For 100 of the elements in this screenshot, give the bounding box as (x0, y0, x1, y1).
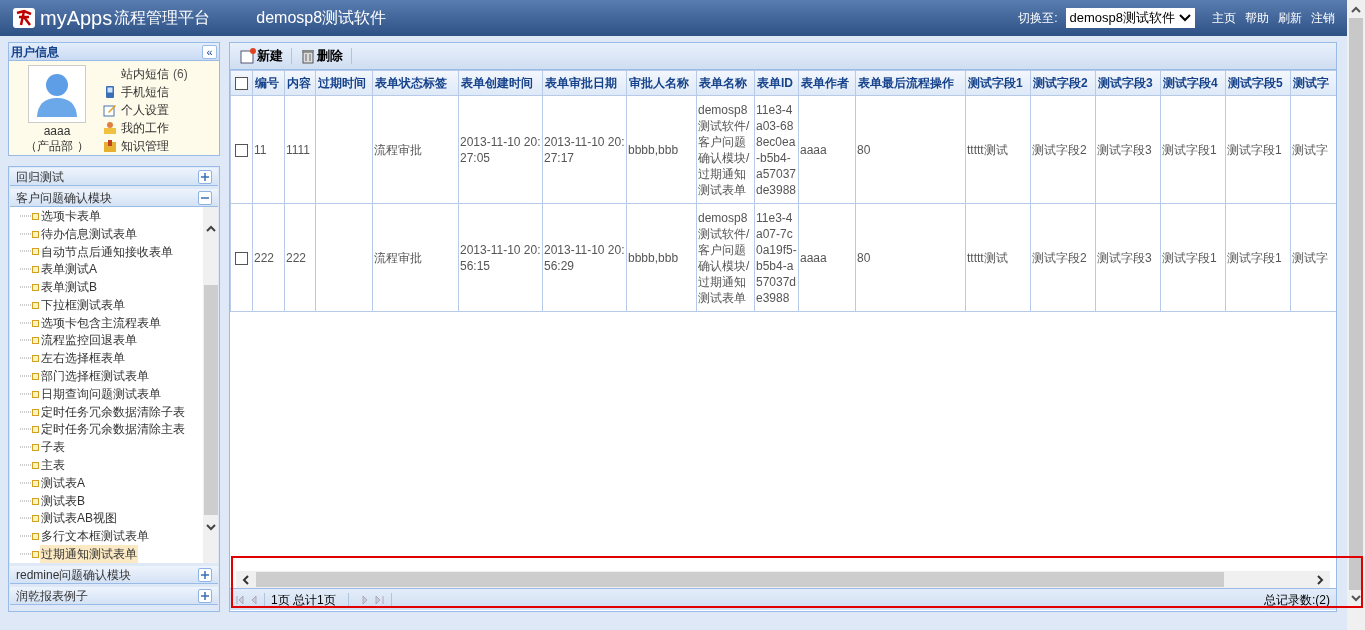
accordion-header[interactable]: 润乾报表例子 (10, 587, 218, 605)
menu-link[interactable]: 手机短信 (121, 83, 169, 101)
node-icon (32, 319, 39, 327)
tree-item[interactable]: 过期通知测试表单 (40, 545, 138, 564)
tree-item[interactable]: 自动节点后通知接收表单 (40, 242, 174, 261)
expand-icon[interactable] (198, 588, 212, 603)
node-icon (32, 248, 39, 256)
tree-item[interactable]: 流程监控回退表单 (40, 331, 138, 350)
user-name: aaaa (43, 124, 71, 139)
tree-item[interactable]: 部门选择框测试表单 (40, 367, 150, 386)
toolbar-button[interactable]: 删除 (300, 46, 343, 66)
last-page-icon[interactable] (374, 594, 385, 605)
tree-item[interactable]: 定时任务冗余数据清除主表 (40, 420, 186, 439)
column-header[interactable]: 表单状态标签 (372, 70, 459, 96)
record-count: 总记录数:(2) (1264, 591, 1330, 609)
table-cell: aaaa (800, 250, 827, 265)
column-header[interactable]: 审批人名称 (626, 70, 697, 96)
column-header[interactable]: 表单最后流程操作 (855, 70, 966, 96)
node-icon (32, 212, 39, 220)
table-cell: demosp8测试软件/客户问题确认模块/过期通知测试表单 (698, 210, 750, 305)
scroll-down-icon[interactable] (1351, 594, 1361, 602)
first-page-icon[interactable] (236, 594, 244, 605)
tree-item[interactable]: 表单测试B (40, 278, 98, 297)
scroll-up-icon[interactable] (205, 225, 216, 233)
column-header[interactable]: 测试字段1 (965, 70, 1031, 96)
table-cell: 80 (857, 250, 871, 265)
column-header[interactable]: 表单ID (754, 70, 799, 96)
collapse-button[interactable]: « (202, 44, 217, 59)
checkbox[interactable] (235, 143, 248, 157)
table-cell: 流程审批 (374, 142, 422, 157)
app-title: demosp8测试软件 (256, 8, 387, 28)
expand-icon[interactable] (198, 567, 212, 582)
header-link[interactable]: 帮助 (1245, 9, 1269, 27)
menu-link[interactable]: 我的工作 (121, 119, 169, 137)
toolbar-button[interactable]: 新建 (240, 46, 283, 66)
tree-item[interactable]: 测试表A (40, 473, 86, 492)
tree-item[interactable]: 测试表AB视图 (40, 509, 118, 528)
checkbox[interactable] (235, 77, 248, 91)
node-icon (32, 533, 39, 541)
table-cell: 1111 (286, 142, 311, 157)
column-header[interactable]: 表单名称 (696, 70, 755, 96)
scroll-up-icon[interactable] (1351, 6, 1361, 14)
previous-page-icon[interactable] (250, 594, 258, 605)
tree-item[interactable]: 表单测试A (40, 260, 98, 279)
inbox-link[interactable]: 站内短信 (121, 65, 169, 83)
node-icon (32, 301, 39, 309)
node-icon (32, 444, 39, 452)
checkbox[interactable] (235, 251, 248, 265)
header-link[interactable]: 刷新 (1278, 9, 1302, 27)
header-link[interactable]: 注销 (1311, 9, 1335, 27)
column-header[interactable]: 测试字段5 (1225, 70, 1291, 96)
scroll-right-icon[interactable] (1316, 574, 1324, 585)
tree-item[interactable]: 子表 (40, 438, 66, 457)
column-header[interactable]: 编号 (252, 70, 285, 96)
tree-item[interactable]: 选项卡包含主流程表单 (40, 313, 162, 332)
accordion-header[interactable]: 客户问题确认模块 (10, 189, 218, 207)
page-info: 1页 总计1页 (271, 591, 336, 609)
page-scrollbar[interactable] (1347, 0, 1365, 630)
worker-icon (103, 121, 117, 135)
app-select[interactable]: demosp8测试软件 (1065, 8, 1195, 28)
menu-link[interactable]: 个人设置 (121, 101, 169, 119)
node-icon (32, 479, 39, 487)
scroll-down-icon[interactable] (205, 523, 216, 531)
table-cell: 2013-11-10 20:56:15 (460, 242, 541, 273)
table-cell: 11e3-4a07-7c0a19f5-b5b4-a57037de3988 (756, 210, 797, 305)
tree-item[interactable]: 多行文本框测试表单 (40, 527, 150, 546)
menu-link[interactable]: 知识管理 (121, 137, 169, 155)
accordion-header[interactable]: redmine问题确认模块 (10, 566, 218, 584)
expand-icon[interactable] (198, 169, 212, 184)
column-header[interactable]: 表单审批日期 (542, 70, 627, 96)
column-header[interactable]: 表单作者 (798, 70, 856, 96)
column-header[interactable]: 测试字段3 (1095, 70, 1161, 96)
product-name: 流程管理平台 (114, 8, 211, 28)
tree-item[interactable]: 定时任务冗余数据清除子表 (40, 402, 186, 421)
column-header[interactable]: 表单创建时间 (458, 70, 543, 96)
tree-item[interactable]: 待办信息测试表单 (40, 224, 138, 243)
node-icon (32, 390, 39, 398)
column-header[interactable]: 过期时间 (315, 70, 373, 96)
tree-item[interactable]: 选项卡表单 (40, 206, 102, 225)
header-link[interactable]: 主页 (1212, 9, 1236, 27)
folder-icon (103, 139, 117, 153)
next-page-icon[interactable] (360, 594, 369, 605)
tree-item[interactable]: 主表 (40, 456, 66, 475)
node-icon (32, 266, 39, 274)
tree-item[interactable]: 日期查询问题测试表单 (40, 384, 162, 403)
column-header[interactable]: 测试字段4 (1160, 70, 1226, 96)
node-icon (32, 230, 39, 238)
logo-icon (12, 7, 36, 29)
column-header[interactable]: 测试字段2 (1030, 70, 1096, 96)
tree-item[interactable]: 左右选择框表单 (40, 349, 126, 368)
tree-item[interactable]: 测试表B (40, 491, 86, 510)
accordion-header[interactable]: 回归测试 (10, 168, 218, 186)
list-scrollbar[interactable] (203, 207, 218, 563)
scroll-left-icon[interactable] (242, 574, 250, 585)
trash-icon (300, 48, 316, 64)
column-header[interactable]: 内容 (284, 70, 316, 96)
node-icon (32, 515, 39, 523)
table-cell: 80 (857, 142, 871, 157)
tree-item[interactable]: 下拉框测试表单 (40, 295, 126, 314)
collapse-icon[interactable] (198, 190, 212, 205)
